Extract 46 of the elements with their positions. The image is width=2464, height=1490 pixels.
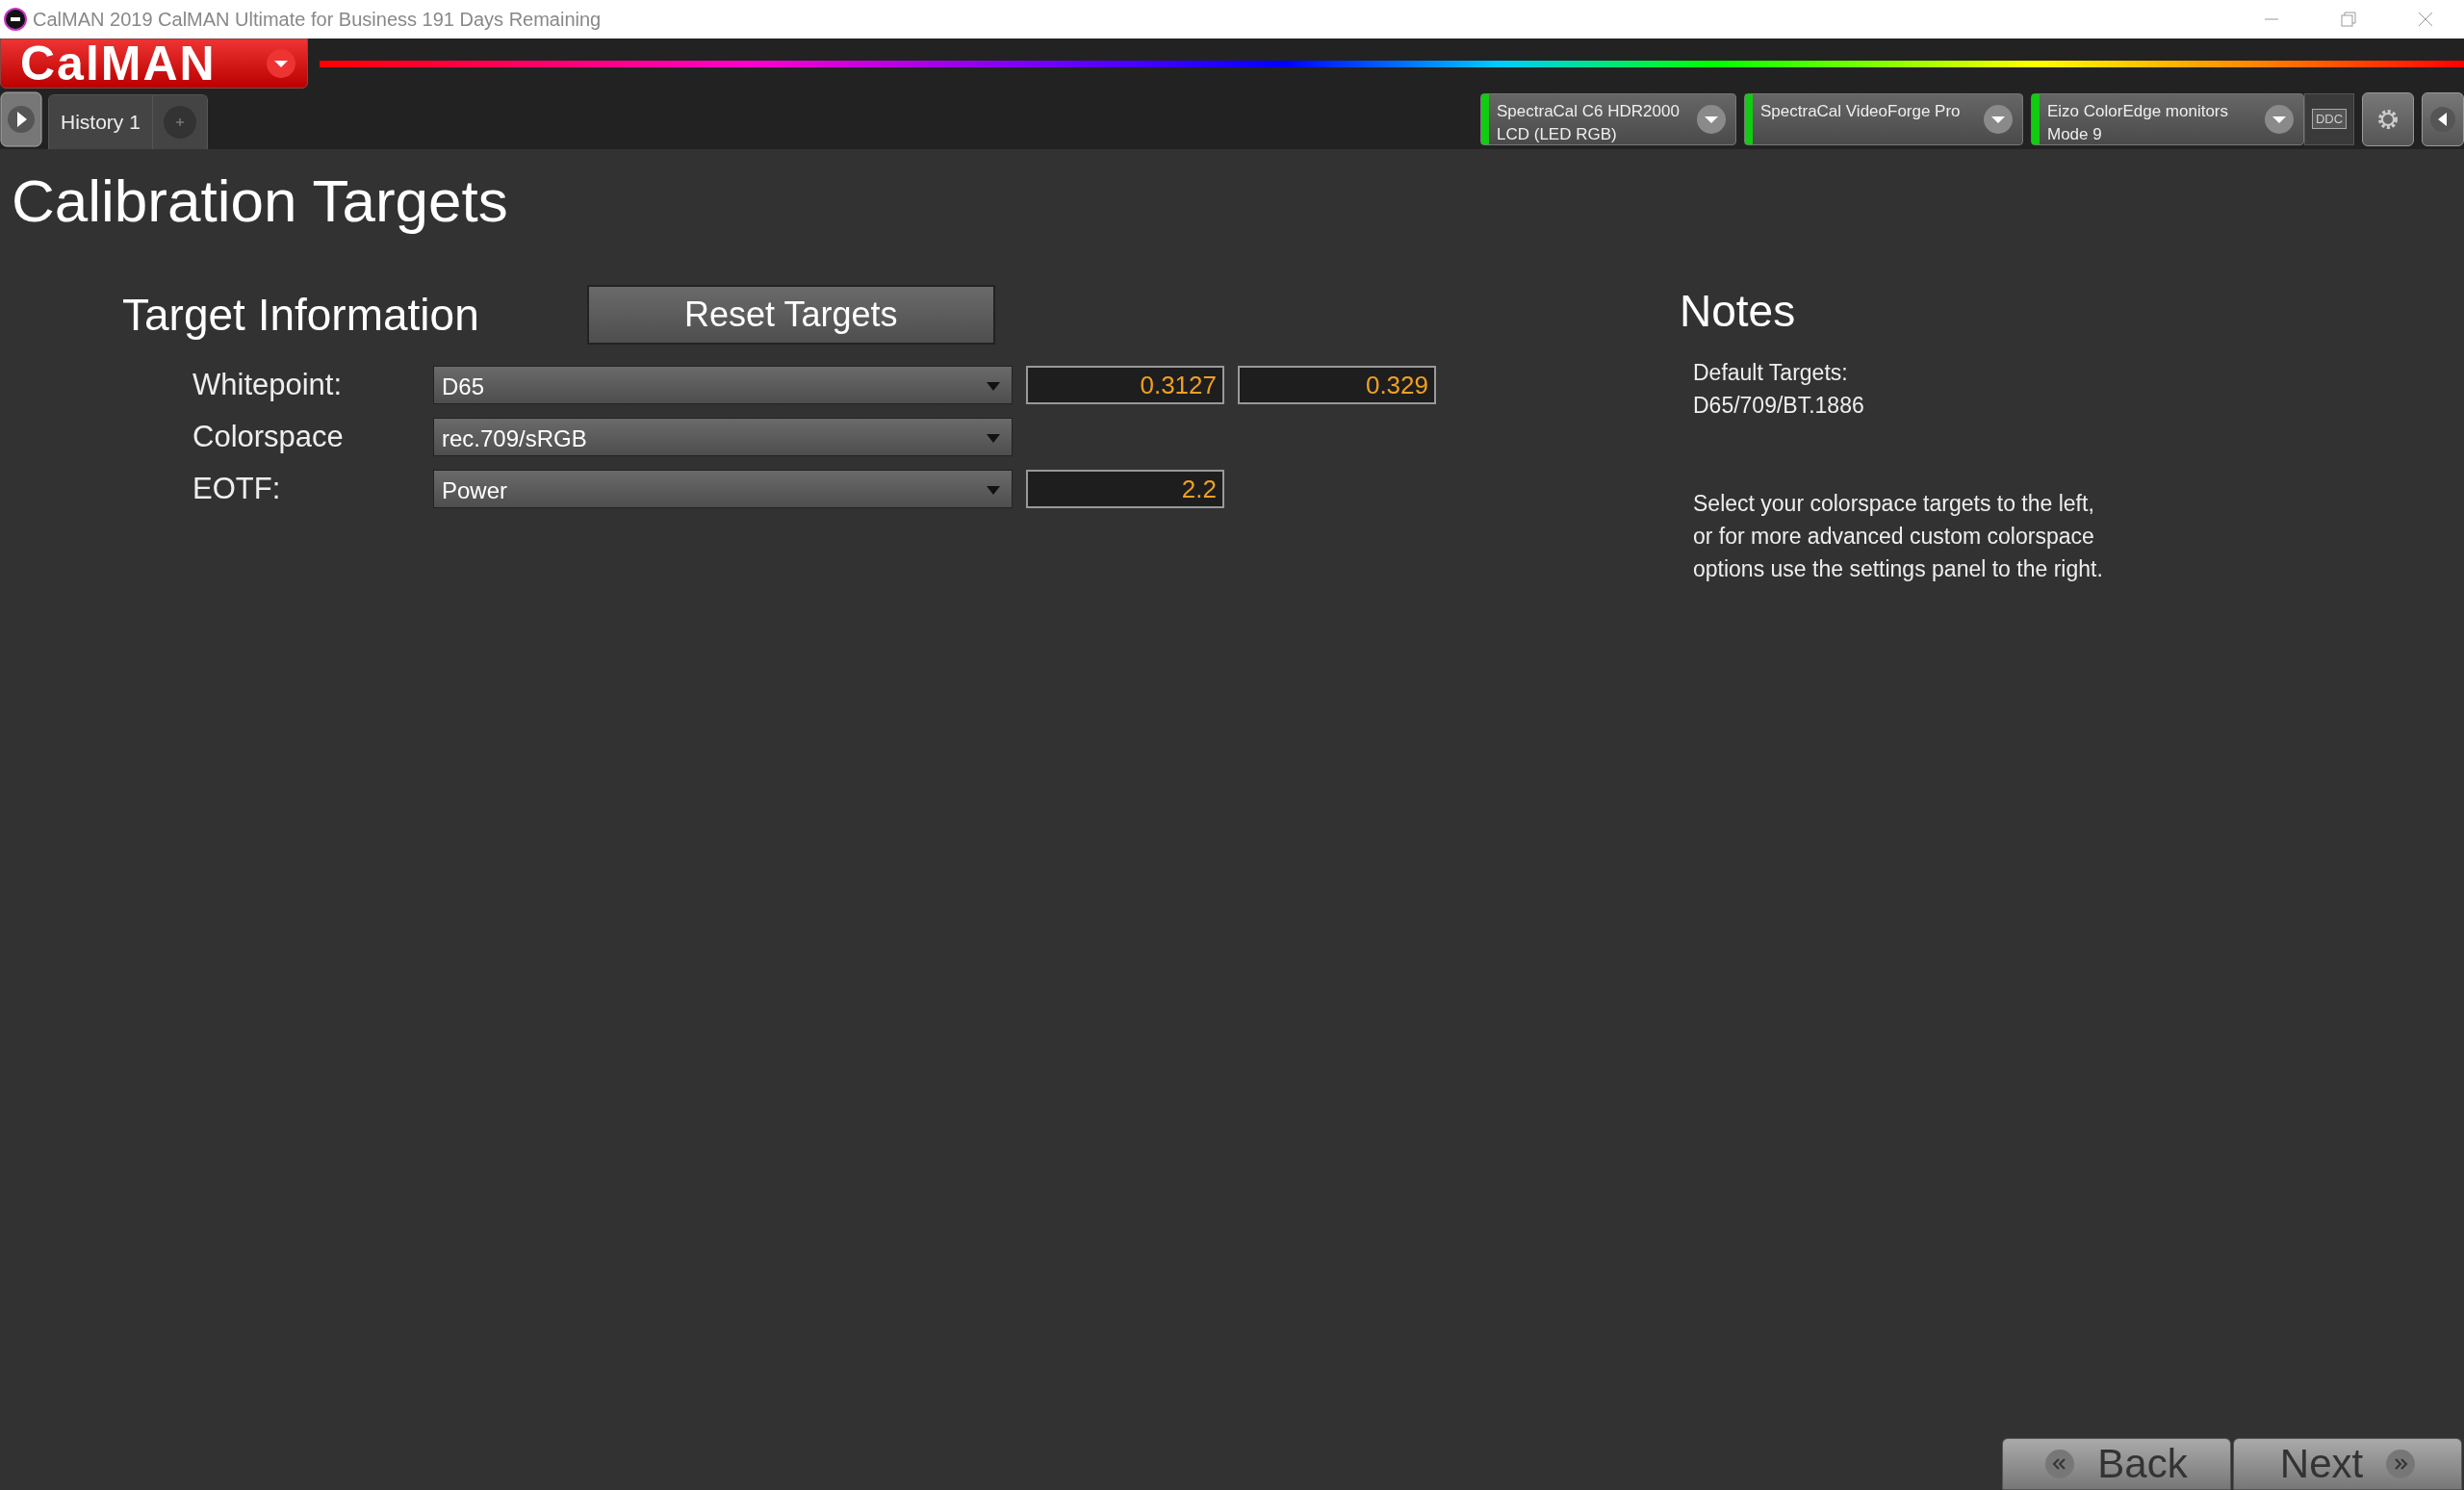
device-mode: LCD (LED RGB) bbox=[1497, 123, 1617, 145]
play-icon[interactable] bbox=[0, 91, 42, 147]
plus-icon[interactable] bbox=[162, 105, 197, 140]
caret-icon bbox=[987, 486, 1000, 496]
ddc-monitor-button[interactable]: DDC bbox=[2304, 92, 2354, 145]
field-label: EOTF: bbox=[192, 472, 282, 506]
caret-icon bbox=[267, 49, 295, 78]
device-name: SpectraCal VideoForge Pro bbox=[1760, 100, 1961, 122]
device-mode: Mode 9 bbox=[2047, 123, 2102, 145]
number-field[interactable]: 0.329 bbox=[1238, 366, 1436, 404]
restore-icon[interactable] bbox=[2339, 10, 2358, 29]
reset-targets-button[interactable]: Reset Targets bbox=[586, 285, 995, 345]
caret-icon bbox=[987, 434, 1000, 444]
notes-text: Select your colorspace targets to the left, or for more advanced custom colorspace options use the settings panel to the right. bbox=[1693, 490, 2103, 583]
caret-icon bbox=[1984, 104, 2013, 134]
double-left-chevron-icon bbox=[2045, 1450, 2075, 1478]
settings-button[interactable] bbox=[2362, 91, 2414, 146]
close-icon[interactable] bbox=[2416, 10, 2435, 29]
notes-heading: Notes bbox=[1680, 285, 1797, 337]
dropdown[interactable]: Power bbox=[433, 470, 1013, 508]
collapse-panel-button[interactable] bbox=[2422, 91, 2464, 146]
device-selector[interactable]: Eizo ColorEdge monitors Mode 9 bbox=[2031, 92, 2304, 145]
caret-icon bbox=[987, 382, 1000, 392]
device-name: Eizo ColorEdge monitors bbox=[2047, 100, 2229, 122]
page-title: Calibration Targets bbox=[12, 167, 509, 235]
window-title: CalMAN 2019 CalMAN Ultimate for Business 191 Days Remaining bbox=[33, 8, 602, 31]
number-field[interactable]: 0.3127 bbox=[1026, 366, 1224, 404]
history-tab[interactable]: History 1 bbox=[49, 95, 153, 149]
field-label: Whitepoint: bbox=[192, 368, 344, 402]
caret-icon bbox=[1697, 104, 1726, 134]
next-button[interactable]: Next bbox=[2233, 1438, 2462, 1490]
app-menu-button[interactable]: CalMAN bbox=[0, 39, 308, 89]
default-targets-label: Default Targets: bbox=[1693, 359, 1849, 387]
caret-icon bbox=[2265, 104, 2294, 134]
dropdown[interactable]: rec.709/sRGB bbox=[433, 418, 1013, 456]
device-selector[interactable]: SpectraCal VideoForge Pro bbox=[1744, 92, 2023, 145]
field-label: Colorspace bbox=[192, 420, 345, 454]
dropdown[interactable]: D65 bbox=[433, 366, 1013, 404]
device-selector[interactable]: SpectraCal C6 HDR2000 LCD (LED RGB) bbox=[1480, 92, 1736, 145]
app-logo-icon bbox=[4, 8, 27, 31]
double-right-chevron-icon bbox=[2386, 1450, 2416, 1478]
default-targets-value: D65/709/BT.1886 bbox=[1693, 392, 1865, 420]
number-field[interactable]: 2.2 bbox=[1026, 470, 1224, 508]
section-heading: Target Information bbox=[122, 289, 479, 341]
back-button[interactable]: Back bbox=[2002, 1438, 2231, 1490]
device-name: SpectraCal C6 HDR2000 bbox=[1497, 100, 1680, 122]
